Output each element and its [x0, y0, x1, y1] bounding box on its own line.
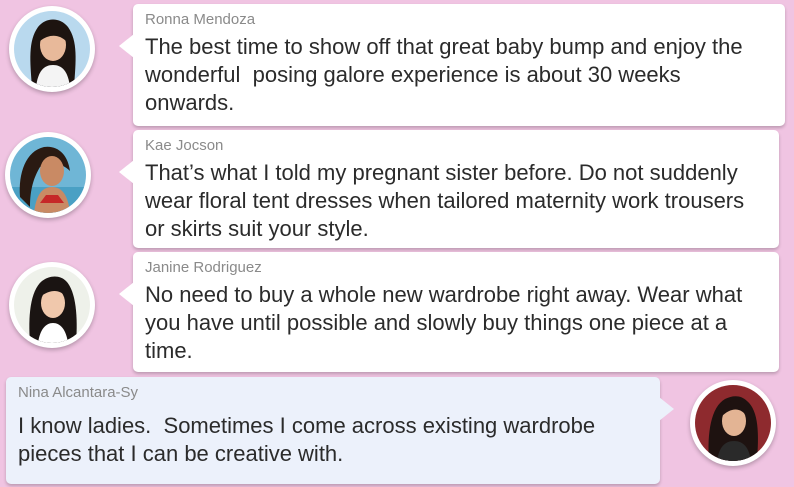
avatar[interactable] — [9, 6, 95, 92]
message-bubble-self: Nina Alcantara-Sy I know ladies. Sometim… — [6, 377, 674, 484]
message-text: No need to buy a whole new wardrobe righ… — [145, 282, 749, 363]
bubble-tail — [119, 282, 134, 306]
message-bubble: Ronna Mendoza The best time to show off … — [119, 4, 785, 126]
sender-name: Janine Rodriguez — [145, 259, 262, 276]
sender-name: Nina Alcantara-Sy — [18, 384, 139, 401]
user-photo-icon — [14, 267, 90, 343]
user-photo-icon — [10, 137, 86, 213]
sender-name: Ronna Mendoza — [145, 11, 256, 28]
message-bubble: Janine Rodriguez No need to buy a whole … — [119, 252, 779, 372]
avatar[interactable] — [690, 380, 776, 466]
chat-thread: Ronna Mendoza The best time to show off … — [0, 0, 794, 487]
message-text: The best time to show off that great bab… — [145, 34, 749, 115]
bubble-tail — [119, 34, 134, 58]
bubble-tail — [659, 397, 674, 421]
message-text: I know ladies. Sometimes I come across e… — [18, 413, 602, 466]
avatar[interactable] — [5, 132, 91, 218]
user-photo-icon — [695, 385, 771, 461]
sender-name: Kae Jocson — [145, 137, 224, 154]
bubble-tail — [119, 160, 134, 184]
message-text: That’s what I told my pregnant sister be… — [145, 160, 751, 241]
message-bubble: Kae Jocson That’s what I told my pregnan… — [119, 130, 779, 248]
avatar[interactable] — [9, 262, 95, 348]
user-photo-icon — [14, 11, 90, 87]
